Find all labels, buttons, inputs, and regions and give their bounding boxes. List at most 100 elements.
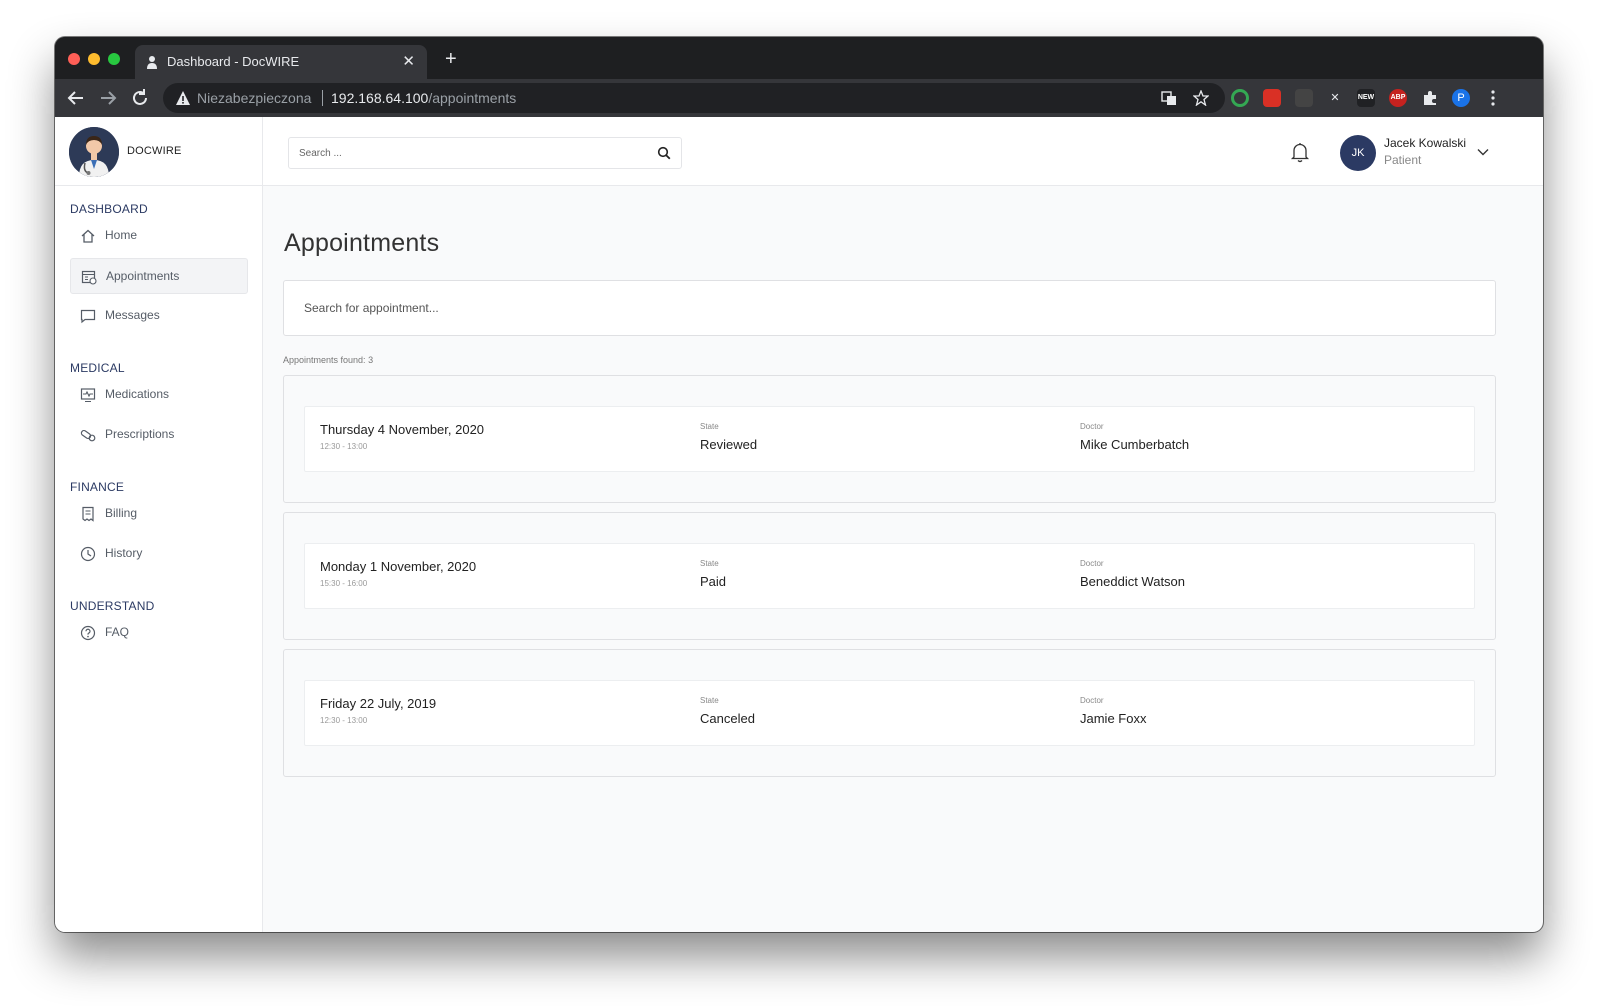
- appointment-state: Reviewed: [700, 437, 758, 452]
- receipt-icon: [82, 506, 94, 522]
- sidebar-item-label: Billing: [105, 506, 138, 520]
- section-title-understand: UNDERSTAND: [70, 599, 155, 613]
- appointment-card[interactable]: Friday 22 July, 2019 12:30 - 13:00 State…: [283, 649, 1496, 777]
- page-title: Appointments: [284, 229, 440, 257]
- sidebar-item-messages[interactable]: Messages: [70, 298, 248, 334]
- sidebar-item-label: Messages: [105, 308, 160, 322]
- close-window-button[interactable]: [68, 53, 80, 65]
- appointment-doctor: Jamie Foxx: [1080, 711, 1147, 726]
- calendar-icon: [81, 270, 97, 285]
- pills-icon: [80, 429, 96, 442]
- chevron-down-icon[interactable]: [1476, 145, 1490, 159]
- appointment-search-input[interactable]: Search for appointment...: [283, 280, 1496, 336]
- state-label: State: [700, 696, 719, 705]
- app-area: DOCWIRE DASHBOARD Home Appointments Mess…: [55, 117, 1543, 932]
- profile-avatar[interactable]: P: [1452, 89, 1470, 107]
- section-title-dashboard: DASHBOARD: [70, 202, 148, 216]
- sidebar-item-billing[interactable]: Billing: [70, 496, 248, 532]
- appointment-doctor: Beneddict Watson: [1080, 574, 1186, 589]
- appointment-doctor: Mike Cumberbatch: [1080, 437, 1190, 452]
- appointment-state: Canceled: [700, 711, 755, 726]
- user-name[interactable]: Jacek Kowalski: [1384, 136, 1466, 150]
- message-icon: [80, 309, 96, 324]
- section-title-medical: MEDICAL: [70, 361, 125, 375]
- url-text: 192.168.64.100/appointments: [331, 90, 517, 106]
- brand-name: DOCWIRE: [127, 145, 182, 157]
- extension-x-icon[interactable]: ✕: [1326, 89, 1344, 107]
- section-title-finance: FINANCE: [70, 480, 125, 494]
- close-tab-icon[interactable]: ✕: [402, 52, 415, 70]
- doctor-label: Doctor: [1080, 696, 1104, 705]
- minimize-window-button[interactable]: [88, 53, 100, 65]
- appointment-state: Paid: [700, 574, 727, 589]
- sidebar-item-history[interactable]: History: [70, 536, 248, 572]
- appointment-date: Friday 22 July, 2019: [320, 696, 437, 711]
- sidebar-item-faq[interactable]: FAQ: [70, 615, 248, 651]
- sidebar-item-label: Appointments: [106, 269, 180, 283]
- user-role: Patient: [1384, 153, 1422, 167]
- appointment-card[interactable]: Thursday 4 November, 2020 12:30 - 13:00 …: [283, 375, 1496, 503]
- appointments-found-count: Appointments found: 3: [283, 355, 374, 365]
- state-label: State: [700, 422, 719, 431]
- extension-grey-icon[interactable]: [1295, 89, 1313, 107]
- translate-icon[interactable]: [1161, 90, 1177, 106]
- appointment-card-body: Monday 1 November, 2020 15:30 - 16:00 St…: [304, 543, 1475, 609]
- appointment-card[interactable]: Monday 1 November, 2020 15:30 - 16:00 St…: [283, 512, 1496, 640]
- appointment-card-body: Thursday 4 November, 2020 12:30 - 13:00 …: [304, 406, 1475, 472]
- sidebar-item-prescriptions[interactable]: Prescriptions: [70, 417, 248, 453]
- address-bar[interactable]: Niezabezpieczona 192.168.64.100/appointm…: [163, 83, 1225, 113]
- extension-new-icon[interactable]: NEW: [1357, 89, 1375, 107]
- doctor-label: Doctor: [1080, 559, 1104, 568]
- sidebar-item-medications[interactable]: Medications: [70, 377, 248, 413]
- adblock-icon[interactable]: ABP: [1389, 89, 1407, 107]
- appointment-date: Monday 1 November, 2020: [320, 559, 477, 574]
- home-icon: [81, 229, 95, 243]
- clock-icon: [80, 546, 96, 562]
- browser-window: Dashboard - DocWIRE ✕ + Niezabezpieczona…: [55, 37, 1543, 932]
- appointment-card-body: Friday 22 July, 2019 12:30 - 13:00 State…: [304, 680, 1475, 746]
- sidebar-item-label: History: [105, 546, 143, 560]
- global-search-input[interactable]: Search ...: [288, 137, 682, 169]
- appointment-time: 12:30 - 13:00: [320, 716, 368, 725]
- more-menu-icon[interactable]: [1484, 89, 1502, 107]
- sidebar-item-label: FAQ: [105, 625, 130, 639]
- doctor-favicon-icon: [147, 56, 157, 69]
- sidebar: DOCWIRE DASHBOARD Home Appointments Mess…: [55, 117, 263, 932]
- maximize-window-button[interactable]: [108, 53, 120, 65]
- extension-circle-icon[interactable]: [1231, 89, 1249, 107]
- sidebar-item-label: Prescriptions: [105, 427, 175, 441]
- appointment-time: 12:30 - 13:00: [320, 442, 368, 451]
- browser-tab[interactable]: Dashboard - DocWIRE ✕: [135, 45, 427, 79]
- back-arrow-icon[interactable]: [65, 87, 87, 109]
- puzzle-extensions-icon[interactable]: [1421, 89, 1439, 107]
- new-tab-button[interactable]: +: [445, 49, 457, 69]
- sidebar-item-home[interactable]: Home: [70, 218, 248, 254]
- tab-bar: Dashboard - DocWIRE ✕ +: [55, 37, 1543, 79]
- appointment-search-placeholder: Search for appointment...: [304, 301, 439, 315]
- browser-toolbar: Niezabezpieczona 192.168.64.100/appointm…: [55, 79, 1543, 117]
- question-icon: [80, 625, 96, 641]
- brand: DOCWIRE: [55, 117, 263, 186]
- appointment-time: 15:30 - 16:00: [320, 579, 368, 588]
- sidebar-item-label: Home: [105, 228, 138, 242]
- global-search-placeholder: Search ...: [299, 148, 342, 159]
- search-icon[interactable]: [657, 146, 671, 160]
- sidebar-item-appointments[interactable]: Appointments: [70, 258, 248, 294]
- user-avatar[interactable]: JK: [1340, 135, 1376, 171]
- sidebar-item-label: Medications: [105, 387, 170, 401]
- reload-icon[interactable]: [129, 87, 151, 109]
- doctor-logo-icon[interactable]: [69, 127, 119, 177]
- tab-title: Dashboard - DocWIRE: [167, 54, 300, 69]
- extension-red-icon[interactable]: [1263, 89, 1281, 107]
- bell-icon[interactable]: [1290, 141, 1310, 163]
- insecure-label: Niezabezpieczona: [197, 90, 312, 106]
- forward-arrow-icon[interactable]: [97, 87, 119, 109]
- appointment-date: Thursday 4 November, 2020: [320, 422, 485, 437]
- bookmark-star-icon[interactable]: [1193, 90, 1209, 106]
- warning-icon: [176, 91, 190, 105]
- top-header: Search ... JK Jacek Kowalski Patient: [263, 117, 1543, 186]
- monitor-pulse-icon: [80, 388, 96, 403]
- state-label: State: [700, 559, 719, 568]
- address-separator: [322, 90, 323, 106]
- doctor-label: Doctor: [1080, 422, 1104, 431]
